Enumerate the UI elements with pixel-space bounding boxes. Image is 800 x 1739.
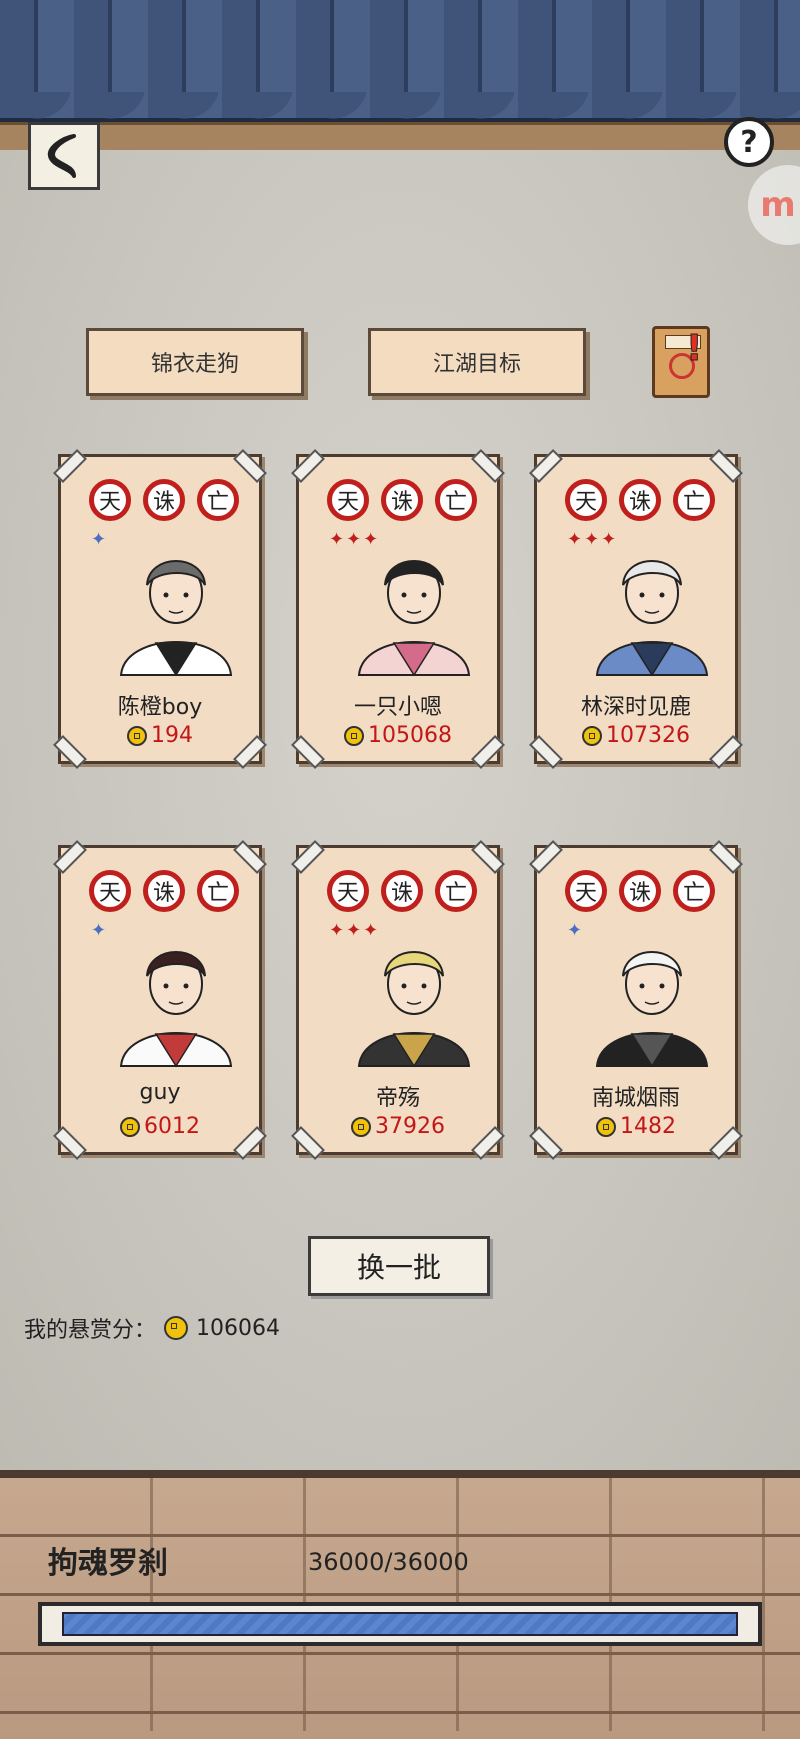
character-portrait [595,560,709,677]
seal-tian: 天 [327,870,369,912]
coin-icon [351,1116,371,1137]
my-score-value: 106064 [196,1315,280,1341]
target-name: 陈橙boy [117,695,203,720]
target-bounty-value: 1482 [620,1114,676,1139]
seal-wang: 亡 [673,870,715,912]
my-score-label: 我的悬赏分： [24,1318,157,1343]
tape-decoration [53,840,87,874]
coin-icon [127,725,147,746]
back-arrow-icon [47,134,76,178]
seal-tian: 天 [565,479,607,521]
target-name: guy [139,1080,181,1105]
tape-decoration [529,449,563,483]
boss-hp-bar [38,1602,762,1646]
target-card[interactable]: 天 诛 亡 ✦ 南城烟雨 1482 [529,840,743,1160]
target-card[interactable]: 天 诛 亡 ✦ 陈橙boy 194 [53,449,267,769]
target-bounty-value: 37926 [375,1114,445,1139]
target-bounty: 105068 [299,723,497,748]
refresh-batch-button[interactable]: 换一批 [308,1236,490,1296]
character-portrait [357,560,471,677]
target-bounty: 194 [61,723,259,748]
character-portrait [119,951,233,1068]
character-portrait [595,951,709,1068]
boss-hp-text: 36000/36000 [308,1548,469,1576]
seal-zhu: 诛 [143,479,185,521]
alert-exclamation-icon: ! [686,328,703,370]
target-bounty-value: 107326 [606,723,690,748]
target-bounty-value: 194 [151,723,193,748]
seal-wang: 亡 [197,870,239,912]
seal-row: 天 诛 亡 [565,479,715,521]
target-name: 林深时见鹿 [580,695,691,720]
seal-row: 天 诛 亡 [565,870,715,912]
back-button[interactable] [28,122,100,190]
target-bounty: 1482 [537,1114,735,1139]
target-bounty-value: 6012 [144,1114,200,1139]
tab-jianghu-target[interactable]: 江湖目标 [368,328,586,396]
target-name: 一只小嗯 [353,695,442,720]
seal-tian: 天 [89,870,131,912]
tape-decoration [233,449,267,483]
seal-zhu: 诛 [143,870,185,912]
roof-decoration [0,0,800,154]
character-portrait [357,951,471,1068]
coin-icon [596,1116,616,1137]
tape-decoration [529,840,563,874]
seal-row: 天 诛 亡 [327,479,477,521]
target-card[interactable]: 天 诛 亡 ✦✦✦ 帝殇 37926 [291,840,505,1160]
target-name: 帝殇 [375,1086,420,1111]
roof-scallop [0,92,800,122]
target-card[interactable]: 天 诛 亡 ✦✦✦ 林深时见鹿 107326 [529,449,743,769]
boss-hp-fill [62,1612,738,1636]
seal-row: 天 诛 亡 [89,479,239,521]
seal-row: 天 诛 亡 [89,870,239,912]
target-name: 南城烟雨 [591,1086,680,1111]
boss-name: 拘魂罗刹 [48,1546,168,1581]
tab-jinyi-zougou[interactable]: 锦衣走狗 [86,328,304,396]
tape-decoration [709,449,743,483]
seal-wang: 亡 [197,479,239,521]
target-bounty: 6012 [61,1114,259,1139]
seal-wang: 亡 [435,870,477,912]
seal-tian: 天 [89,479,131,521]
seal-wang: 亡 [435,479,477,521]
coin-icon [344,725,364,746]
tape-decoration [291,449,325,483]
seal-zhu: 诛 [381,870,423,912]
seal-zhu: 诛 [619,870,661,912]
my-score: 我的悬赏分： 106064 [24,1312,280,1344]
coin-icon [582,725,602,746]
tab-label: 锦衣走狗 [150,352,239,377]
target-card[interactable]: 天 诛 亡 ✦ guy 6012 [53,840,267,1160]
seal-wang: 亡 [673,479,715,521]
tape-decoration [471,449,505,483]
tape-decoration [53,449,87,483]
tape-decoration [291,840,325,874]
coin-icon [120,1116,140,1137]
seal-zhu: 诛 [619,479,661,521]
seal-tian: 天 [565,870,607,912]
refresh-label: 换一批 [356,1251,441,1284]
tape-decoration [471,840,505,874]
seal-zhu: 诛 [381,479,423,521]
target-bounty-value: 105068 [368,723,452,748]
target-card[interactable]: 天 诛 亡 ✦✦✦ 一只小嗯 105068 [291,449,505,769]
help-icon: ? [740,124,758,160]
seal-tian: 天 [327,479,369,521]
tape-decoration [709,840,743,874]
tab-label: 江湖目标 [432,352,521,377]
seal-row: 天 诛 亡 [327,870,477,912]
coin-icon [164,1316,189,1340]
tape-decoration [233,840,267,874]
help-button[interactable]: ? [724,117,774,167]
target-bounty: 107326 [537,723,735,748]
floating-badge-icon: m [760,185,796,225]
target-bounty: 37926 [299,1114,497,1139]
character-portrait [119,560,233,677]
